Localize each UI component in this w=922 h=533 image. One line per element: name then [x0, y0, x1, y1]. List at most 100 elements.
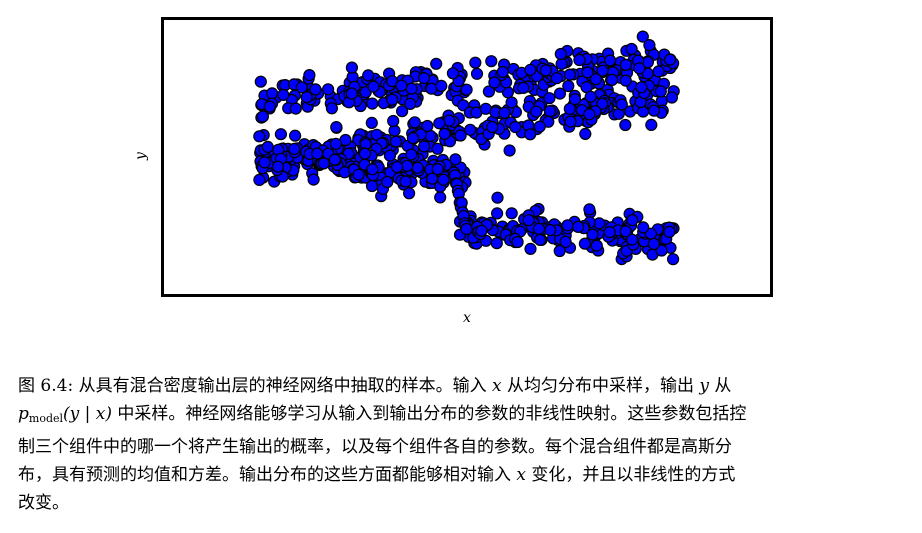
scatter-point: [418, 140, 431, 153]
scatter-point: [405, 82, 418, 95]
scatter-point: [358, 147, 371, 160]
x-axis-label: x: [463, 310, 471, 326]
caption-line-2: pmodel(y | x) 中采样。神经网络能够学习从输入到输出分布的参数的非线…: [18, 404, 747, 425]
scatter-point: [387, 114, 400, 128]
scatter-point: [511, 235, 524, 249]
plot-area: [161, 17, 773, 297]
scatter-point: [362, 69, 375, 82]
scatter-point: [263, 100, 276, 113]
scatter-point: [435, 79, 448, 93]
scatter-point: [469, 56, 482, 69]
scatter-point: [389, 135, 403, 148]
scatter-point: [581, 66, 594, 79]
scatter-point: [325, 102, 338, 115]
scatter-point: [317, 157, 330, 170]
scatter-point: [663, 53, 677, 66]
scatter-point: [604, 54, 617, 67]
caption-line-4: 布，具有预测的均值和方差。输出分布的这些方面都能够相对输入 x 变化，并且以非线…: [18, 465, 736, 485]
scatter-point: [345, 61, 358, 74]
scatter-point: [411, 161, 424, 174]
scatter-point: [667, 253, 680, 266]
scatter-point: [572, 220, 585, 233]
scatter-point: [475, 224, 488, 237]
scatter-point: [303, 68, 316, 82]
scatter-point: [578, 237, 591, 250]
scatter-point: [443, 114, 456, 127]
scatter-point: [543, 92, 556, 105]
scatter-point: [615, 98, 628, 111]
scatter-point: [496, 65, 509, 79]
scatter-point: [652, 65, 665, 78]
scatter-point: [647, 104, 661, 117]
scatter-point: [464, 123, 477, 136]
scatter-point: [253, 173, 266, 186]
scatter-point: [391, 160, 404, 174]
scatter-point: [524, 128, 537, 141]
scatter-point: [665, 91, 678, 104]
scatter-point: [405, 148, 418, 161]
scatter-point: [417, 71, 431, 85]
scatter-point: [253, 130, 266, 143]
scatter-point: [561, 219, 574, 232]
scatter-point: [311, 147, 324, 160]
scatter-point: [381, 175, 394, 189]
scatter-point: [434, 191, 447, 204]
scatter-point: [258, 156, 271, 169]
scatter-point: [543, 104, 556, 118]
scatter-point: [517, 81, 530, 95]
scatter-point: [579, 127, 592, 141]
scatter-point: [663, 225, 676, 238]
scatter-point: [488, 76, 501, 89]
scatter-point: [524, 242, 537, 255]
scatter-point: [636, 30, 649, 43]
scatter-point: [365, 116, 378, 130]
scatter-point: [486, 120, 499, 134]
scatter-point: [433, 117, 446, 130]
scatter-point: [625, 42, 638, 56]
scatter-point: [261, 140, 274, 154]
scatter-point: [498, 106, 511, 120]
scatter-point: [553, 87, 566, 100]
scatter-point: [539, 64, 552, 77]
scatter-point: [254, 75, 267, 88]
scatter-point: [288, 142, 301, 155]
scatter-point: [437, 173, 450, 186]
scatter-point: [395, 79, 408, 92]
scatter-point: [596, 64, 609, 77]
scatter-point: [365, 179, 379, 193]
scatter-point: [309, 83, 322, 96]
scatter-point: [328, 153, 341, 166]
scatter-point: [295, 81, 308, 94]
scatter-point: [438, 127, 451, 141]
scatter-point: [584, 90, 597, 103]
scatter-point: [619, 58, 632, 72]
scatter-point: [406, 131, 419, 145]
scatter-point: [330, 120, 343, 134]
scatter-point: [352, 168, 365, 181]
scatter-point: [530, 105, 543, 118]
caption-line-5: 改变。: [18, 493, 69, 513]
scatter-point: [590, 239, 603, 252]
scatter-point: [430, 57, 443, 70]
scatter-point: [619, 225, 632, 238]
scatter-point: [322, 83, 335, 96]
scatter-point: [404, 97, 417, 111]
scatter-point: [573, 53, 586, 67]
scatter-point: [619, 118, 632, 132]
scatter-point: [619, 74, 632, 87]
scatter-point: [289, 129, 302, 142]
scatter-point: [386, 93, 399, 106]
scatter-point: [550, 72, 563, 85]
scatter-point: [509, 120, 522, 134]
scatter-point: [408, 116, 421, 129]
caption-line-3: 制三个组件中的哪一个将产生输出的概率，以及每个组件各自的参数。每个混合组件都是高…: [18, 437, 732, 457]
scatter-point: [645, 118, 658, 132]
scatter-point: [524, 63, 537, 76]
scatter-point: [446, 67, 459, 80]
scatter-point: [307, 173, 320, 186]
scatter-point: [635, 81, 648, 94]
scatter-point: [289, 102, 302, 115]
scatter-point: [329, 137, 342, 150]
scatter-point: [637, 221, 650, 234]
scatter-point: [583, 203, 596, 216]
